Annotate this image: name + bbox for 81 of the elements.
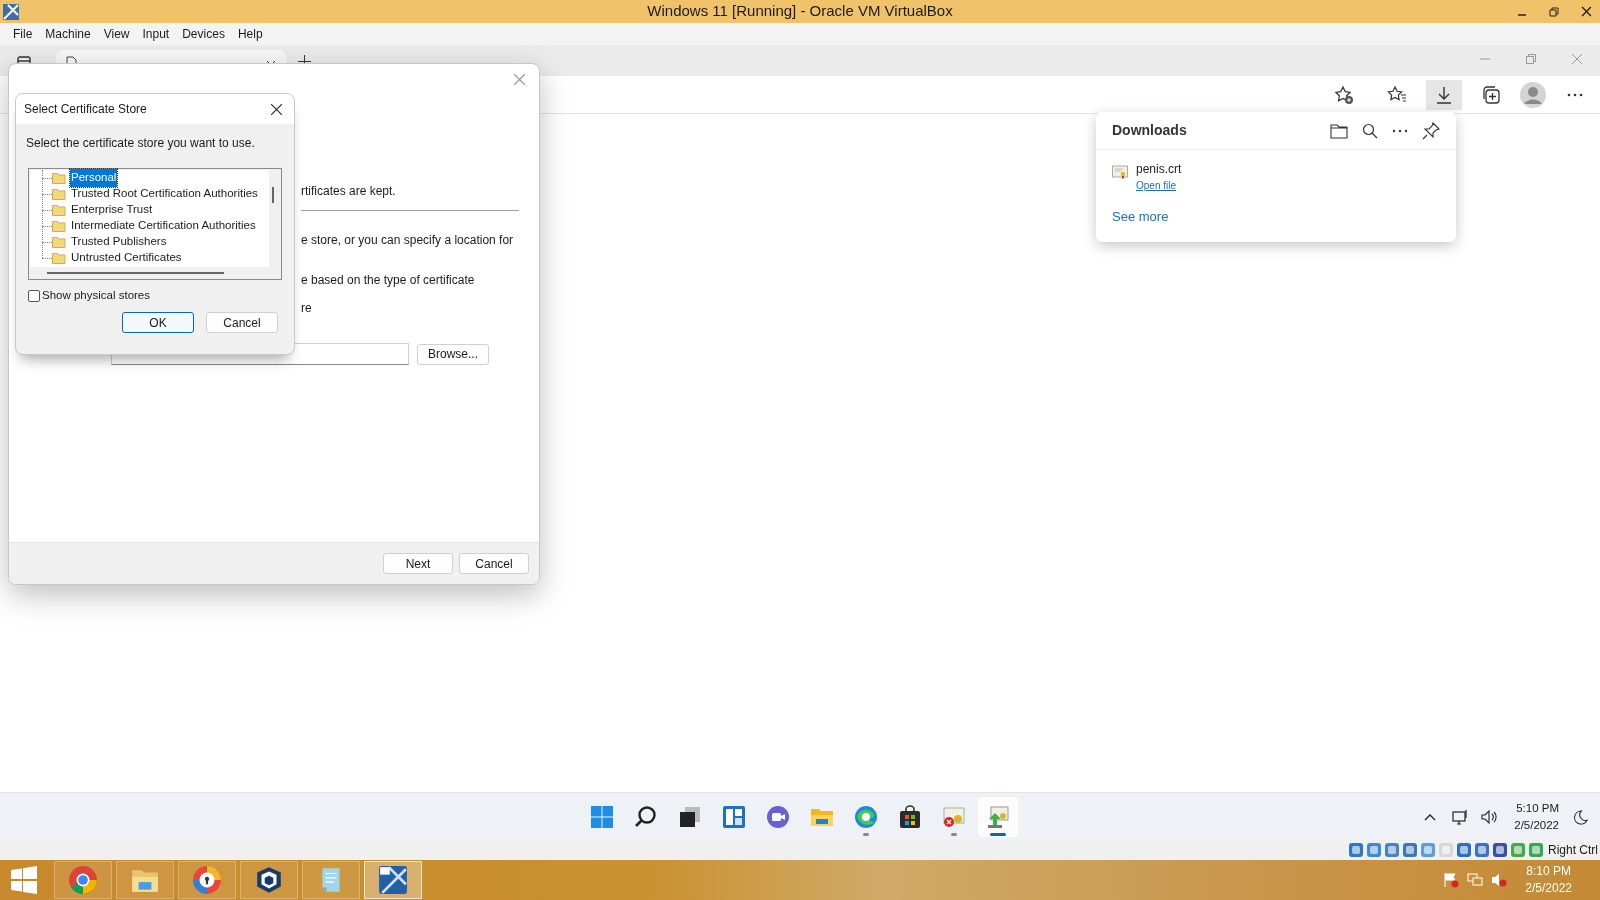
prompt-text: Select the certificate store you want to use. xyxy=(26,135,256,152)
virtual-machine-icon xyxy=(378,865,408,895)
close-icon[interactable] xyxy=(1581,6,1592,17)
store-bag-icon xyxy=(898,804,922,829)
dialog-title: Select Certificate Store xyxy=(24,101,148,118)
dialog-button[interactable]: Cancel xyxy=(206,312,278,334)
lock-browser-icon xyxy=(192,865,222,895)
option-text: e based on the type of certificate xyxy=(301,272,476,289)
see-more-link[interactable]: See more xyxy=(1112,207,1169,227)
taskbar-button[interactable] xyxy=(364,861,422,899)
show-physical-stores-checkbox[interactable]: Show physical stores xyxy=(28,287,151,305)
globe-icon xyxy=(854,804,878,829)
store-item[interactable]: Personal xyxy=(70,169,118,187)
instruction-text: e store, or you can specify a location for xyxy=(301,232,515,249)
more-icon[interactable] xyxy=(1392,128,1408,133)
virtualbox-logo-icon xyxy=(2,2,20,21)
close-icon[interactable] xyxy=(271,103,282,115)
certificate-file-icon xyxy=(1112,165,1128,179)
widgets-icon xyxy=(722,804,746,829)
device-status-icon[interactable] xyxy=(1348,842,1364,858)
chrome-icon xyxy=(68,865,98,895)
folder-icon xyxy=(52,204,66,216)
folder-icon[interactable] xyxy=(1330,122,1348,139)
host-key-label: Right Ctrl xyxy=(1548,842,1598,859)
panel-title: Downloads xyxy=(1112,121,1188,140)
browse-button[interactable]: Browse... xyxy=(417,343,489,365)
folder-icon xyxy=(52,236,66,248)
chevron-up-icon[interactable] xyxy=(1424,813,1437,821)
clock[interactable]: 5:10 PM 2/5/2022 xyxy=(1514,800,1559,834)
flag-icon[interactable] xyxy=(1443,872,1460,888)
device-status-icon[interactable] xyxy=(1492,842,1508,858)
download-icon[interactable] xyxy=(1426,79,1462,110)
folder-icon xyxy=(52,220,66,232)
volume-icon[interactable] xyxy=(1480,809,1499,825)
moon-icon[interactable] xyxy=(1573,809,1588,825)
menu-item[interactable]: View xyxy=(98,23,135,45)
search-icon xyxy=(634,804,658,829)
menu-item[interactable]: Machine xyxy=(40,23,96,45)
option-text: re xyxy=(301,300,313,317)
muted-volume-icon[interactable] xyxy=(1491,872,1508,888)
start-icon xyxy=(590,804,614,829)
certificate-import-icon xyxy=(986,804,1010,829)
folder-icon xyxy=(52,252,66,264)
cube-icon xyxy=(254,865,284,895)
store-item[interactable]: Trusted Root Certification Authorities xyxy=(70,185,259,203)
store-item[interactable]: Enterprise Trust xyxy=(70,201,154,219)
store-item[interactable]: Trusted Publishers xyxy=(70,233,168,251)
scrollbar-thumb[interactable] xyxy=(272,187,274,203)
device-status-icon[interactable] xyxy=(1402,842,1418,858)
folder-icon xyxy=(52,172,66,184)
menu-item[interactable]: File xyxy=(8,23,38,45)
menu-item[interactable]: Devices xyxy=(177,23,230,45)
device-status-icon[interactable] xyxy=(1456,842,1472,858)
add-favorite-icon[interactable] xyxy=(1334,84,1354,105)
device-status-icon[interactable] xyxy=(1474,842,1490,858)
scrollbar-thumb[interactable] xyxy=(47,272,224,274)
device-status-icon[interactable] xyxy=(1528,842,1544,858)
device-status-icon[interactable] xyxy=(1384,842,1400,858)
profile-avatar-icon[interactable] xyxy=(1520,81,1546,108)
open-file-link[interactable]: Open file xyxy=(1136,178,1177,193)
restore-icon[interactable] xyxy=(1549,6,1559,17)
dialog-button[interactable]: OK xyxy=(122,312,194,334)
wizard-button[interactable]: Cancel xyxy=(459,553,529,574)
file-name: penis.crt xyxy=(1136,161,1182,178)
taskbar-button[interactable] xyxy=(240,861,298,899)
page-icon xyxy=(66,56,77,63)
search-icon[interactable] xyxy=(1362,122,1378,139)
store-item[interactable]: Untrusted Certificates xyxy=(70,249,183,267)
pin-icon[interactable] xyxy=(1422,121,1440,140)
menu-item[interactable]: Help xyxy=(232,23,268,45)
folder-icon xyxy=(52,188,66,200)
device-status-icon[interactable] xyxy=(1366,842,1382,858)
start-icon[interactable] xyxy=(10,866,38,894)
window-title: Windows 11 [Running] - Oracle VM VirtualBox xyxy=(647,1,953,22)
menu-item[interactable]: Input xyxy=(137,23,175,45)
certificate-error-icon xyxy=(942,804,966,829)
instruction-text: rtificates are kept. xyxy=(301,183,397,200)
video-chat-icon xyxy=(766,804,790,829)
task-view-icon xyxy=(678,804,702,829)
wizard-button[interactable]: Next xyxy=(383,553,453,574)
store-item[interactable]: Intermediate Certification Authorities xyxy=(70,217,257,235)
